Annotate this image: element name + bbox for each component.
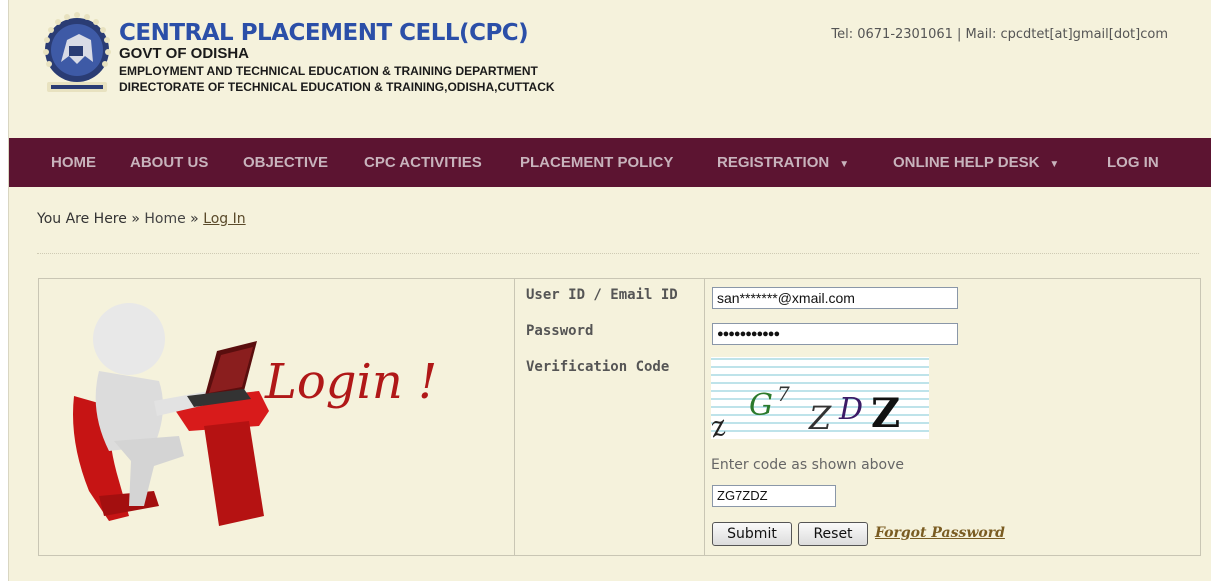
- directorate-name: DIRECTORATE OF TECHNICAL EDUCATION & TRA…: [119, 80, 555, 94]
- svg-text:Z: Z: [808, 399, 832, 437]
- reset-button[interactable]: Reset: [798, 522, 868, 546]
- forgot-password-link[interactable]: Forgot Password: [875, 525, 1005, 541]
- login-panel: Login ! User ID / Email ID Password Veri…: [38, 278, 1201, 556]
- nav-home[interactable]: HOME: [51, 138, 96, 187]
- chevron-down-icon: ▼: [839, 159, 850, 170]
- main-nav: HOME ABOUT US OBJECTIVE CPC ACTIVITIES P…: [9, 138, 1211, 187]
- login-illustration-text: Login !: [265, 354, 438, 410]
- submit-button[interactable]: Submit: [712, 522, 792, 546]
- breadcrumb-separator: »: [131, 211, 140, 227]
- nav-registration[interactable]: REGISTRATION ▼: [717, 138, 849, 187]
- nav-objective-label: OBJECTIVE: [243, 154, 329, 171]
- divider: [37, 253, 1199, 254]
- svg-text:D: D: [838, 392, 863, 427]
- odisha-emblem-icon: [43, 12, 111, 92]
- site-title: CENTRAL PLACEMENT CELL(CPC): [119, 20, 529, 46]
- header: CENTRAL PLACEMENT CELL(CPC) GOVT OF ODIS…: [9, 0, 1211, 138]
- chevron-down-icon: ▼: [1049, 159, 1060, 170]
- nav-online-help-desk[interactable]: ONLINE HELP DESK ▼: [893, 138, 1059, 187]
- nav-online-help-desk-label: ONLINE HELP DESK: [893, 154, 1040, 171]
- nav-registration-label: REGISTRATION: [717, 154, 830, 171]
- breadcrumb-current[interactable]: Log In: [203, 211, 245, 227]
- contact-info: Tel: 0671-2301061 | Mail: cpcdtet[at]gma…: [831, 27, 1168, 42]
- nav-placement-policy[interactable]: PLACEMENT POLICY: [520, 138, 673, 187]
- verification-code-input[interactable]: ZG7ZDZ: [712, 485, 836, 507]
- nav-home-label: HOME: [51, 154, 96, 171]
- department-name: EMPLOYMENT AND TECHNICAL EDUCATION & TRA…: [119, 64, 538, 78]
- nav-about-us-label: ABOUT US: [130, 154, 209, 171]
- nav-cpc-activities[interactable]: CPC ACTIVITIES: [364, 138, 482, 187]
- site-subtitle: GOVT OF ODISHA: [119, 45, 250, 62]
- page: CENTRAL PLACEMENT CELL(CPC) GOVT OF ODIS…: [8, 0, 1211, 581]
- login-labels-column: User ID / Email ID Password Verification…: [515, 279, 705, 555]
- svg-text:G: G: [749, 388, 773, 423]
- person-at-desk-icon: [73, 303, 269, 526]
- user-id-label: User ID / Email ID: [526, 287, 678, 303]
- verification-code-label: Verification Code: [526, 359, 670, 375]
- password-input[interactable]: ●●●●●●●●●●●: [712, 323, 958, 345]
- nav-objective[interactable]: OBJECTIVE: [243, 138, 328, 187]
- captcha-image: z G 7 Z D Z: [706, 357, 929, 444]
- password-label: Password: [526, 323, 594, 339]
- nav-log-in[interactable]: LOG IN: [1107, 138, 1159, 187]
- nav-about-us[interactable]: ABOUT US: [130, 138, 208, 187]
- breadcrumb-prefix: You Are Here: [37, 211, 127, 227]
- captcha-icon: z G 7 Z D Z: [706, 358, 929, 444]
- captcha-hint: Enter code as shown above: [711, 457, 904, 473]
- svg-text:z: z: [711, 408, 730, 439]
- breadcrumb-home-link[interactable]: Home: [144, 211, 185, 227]
- nav-cpc-activities-label: CPC ACTIVITIES: [364, 154, 482, 171]
- svg-text:Z: Z: [871, 390, 900, 437]
- svg-text:7: 7: [777, 382, 790, 406]
- login-illustration: Login !: [39, 279, 515, 555]
- nav-log-in-label: LOG IN: [1107, 154, 1159, 171]
- user-id-input[interactable]: san*******@xmail.com: [712, 287, 958, 309]
- breadcrumb: You Are Here » Home » Log In: [37, 211, 246, 227]
- nav-placement-policy-label: PLACEMENT POLICY: [520, 154, 674, 171]
- breadcrumb-separator: »: [190, 211, 199, 227]
